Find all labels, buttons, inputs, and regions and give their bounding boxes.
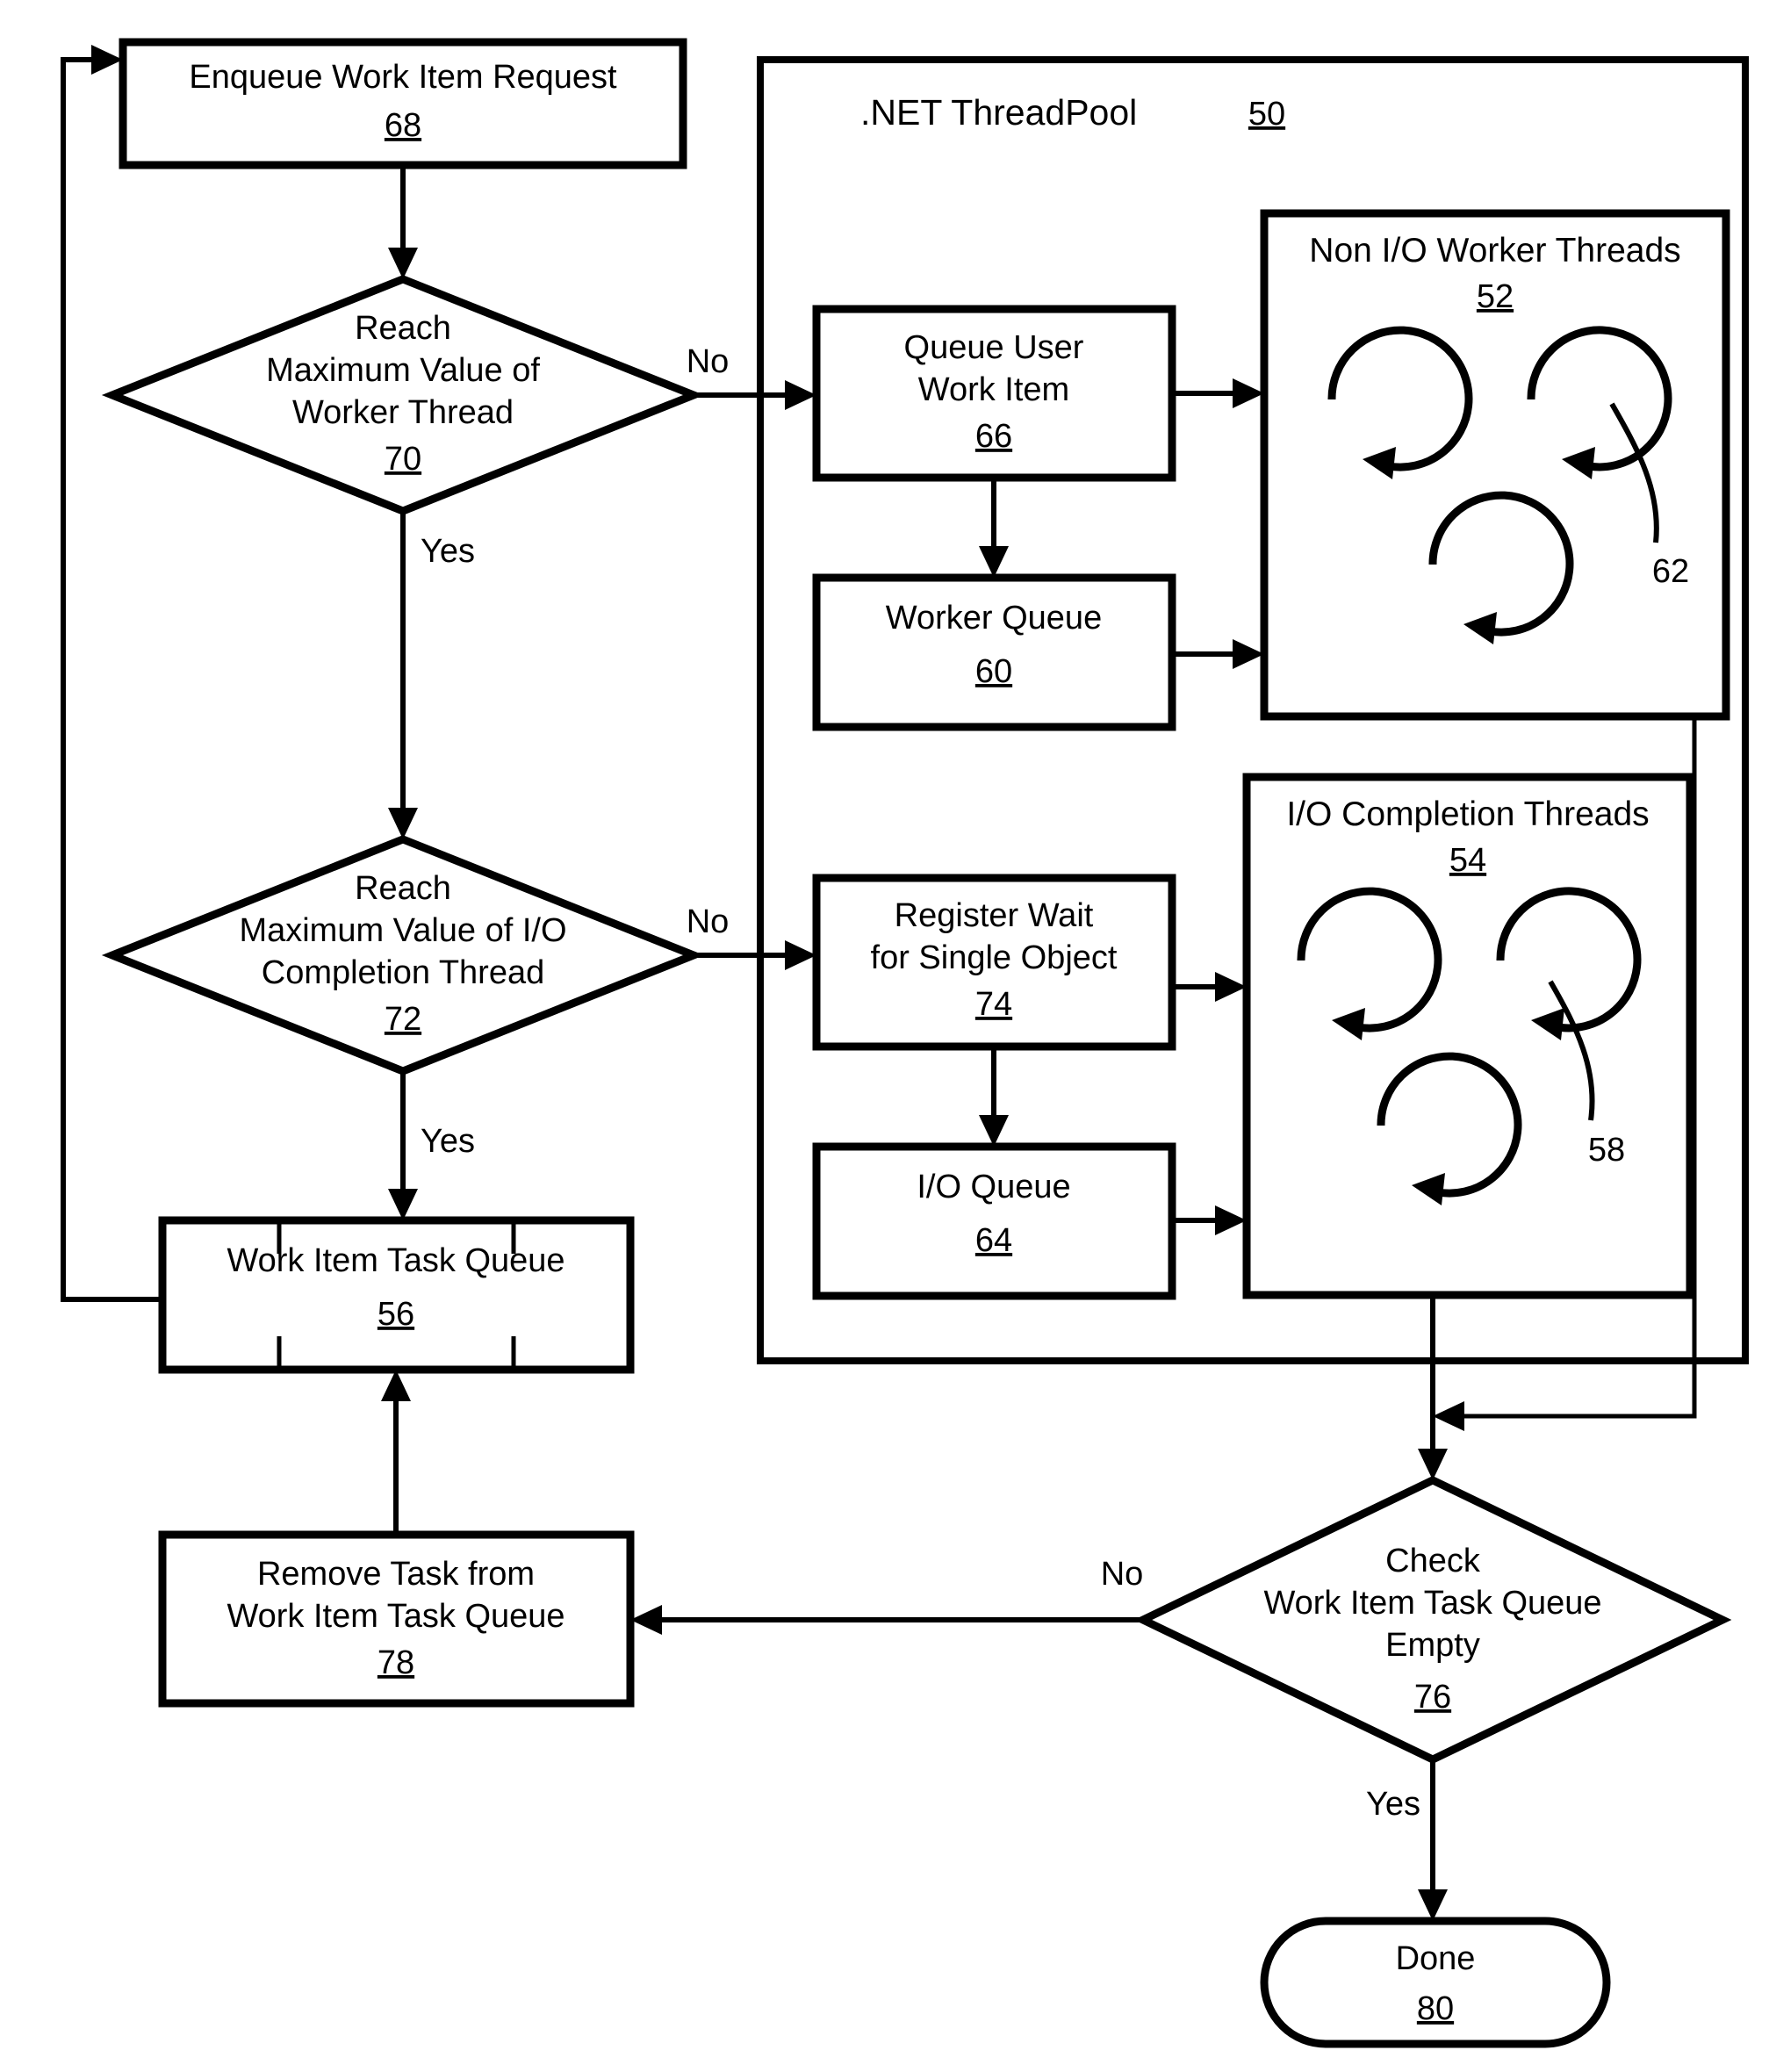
non-io-worker-threads-title: Non I/O Worker Threads <box>1309 232 1680 270</box>
decision72-label-line2: Maximum Value of I/O <box>239 912 566 949</box>
worker-queue-line1: Worker Queue <box>886 600 1102 637</box>
arrow-head-io-queue-to-io-threads <box>1215 1205 1247 1235</box>
register-wait-line2: for Single Object <box>871 939 1118 976</box>
decision76-label-line1: Check <box>1385 1543 1481 1579</box>
arrow-head-register-wait-to-io-queue <box>979 1115 1009 1147</box>
decision70-ref: 70 <box>385 441 421 478</box>
arrow-head-decision72-yes <box>388 1189 418 1220</box>
io-queue-line1: I/O Queue <box>917 1169 1070 1205</box>
enqueue-label-line1: Enqueue Work Item Request <box>189 59 617 96</box>
queue-user-work-item-line2: Work Item <box>918 371 1069 408</box>
decision76-label-line2: Work Item Task Queue <box>1263 1585 1601 1622</box>
decision72-label-line1: Reach <box>355 870 451 907</box>
arrow-head-task-queue-feedback-to-enqueue <box>91 45 123 75</box>
io-completion-threads-ref: 54 <box>1449 842 1486 879</box>
decision76-label-line3: Empty <box>1385 1627 1480 1664</box>
branch-label-io-no: No <box>687 903 730 940</box>
done-label-line1: Done <box>1396 1940 1476 1977</box>
arrow-head-register-wait-to-io-threads <box>1215 972 1247 1002</box>
arrow-head-enqueue-to-decision70 <box>388 248 418 279</box>
flowchart-figure: .NET ThreadPool 50 Enqueue Work Item Req… <box>0 0 1769 2072</box>
flowchart-canvas: .NET ThreadPool 50 Enqueue Work Item Req… <box>61 38 1749 2048</box>
arrow-head-worker-queue-to-nonio <box>1233 639 1264 669</box>
branch-label-check-yes: Yes <box>1366 1786 1420 1823</box>
decision70-label-line2: Maximum Value of <box>266 352 540 389</box>
register-wait-ref: 74 <box>975 986 1012 1023</box>
io-queue-ref: 64 <box>975 1222 1012 1259</box>
remove-task-line1: Remove Task from <box>257 1556 535 1593</box>
enqueue-ref: 68 <box>385 107 421 144</box>
queue-user-work-item-ref: 66 <box>975 418 1012 455</box>
arrow-head-decision76-yes <box>1418 1889 1448 1921</box>
register-wait-line1: Register Wait <box>895 897 1094 934</box>
arrow-head-remove-task-to-task-queue <box>381 1370 411 1401</box>
arrow-head-io-threads-to-decision76 <box>1418 1449 1448 1480</box>
non-io-worker-threads-ref: 52 <box>1477 278 1514 315</box>
arrow-head-decision70-no <box>785 380 816 410</box>
decision70-label-line1: Reach <box>355 310 451 347</box>
arrow-head-nonio-threads-to-decision76 <box>1433 1401 1464 1431</box>
work-item-task-queue-ref: 56 <box>378 1296 414 1333</box>
decision72-label-line3: Completion Thread <box>262 954 544 991</box>
io-completion-threads-title: I/O Completion Threads <box>1286 795 1649 833</box>
decision72-ref: 72 <box>385 1001 421 1038</box>
done-ref: 80 <box>1417 1990 1454 2027</box>
worker-queue-ref: 60 <box>975 653 1012 690</box>
branch-label-check-no: No <box>1101 1556 1144 1593</box>
threadpool-title: .NET ThreadPool <box>860 92 1137 133</box>
branch-label-io-yes: Yes <box>421 1123 475 1160</box>
io-thread-ref-58: 58 <box>1588 1132 1625 1169</box>
branch-label-worker-no: No <box>687 343 730 380</box>
branch-label-worker-yes: Yes <box>421 533 475 570</box>
arrow-head-queue-user-to-nonio <box>1233 378 1264 408</box>
arrow-head-decision72-no <box>785 940 816 970</box>
connector-task-queue-feedback-to-enqueue <box>61 57 162 1302</box>
arrow-head-decision76-no <box>630 1605 662 1635</box>
decision76-ref: 76 <box>1414 1679 1451 1716</box>
arrow-head-queue-user-to-worker-queue <box>979 546 1009 578</box>
decision70-label-line3: Worker Thread <box>292 394 514 431</box>
remove-task-ref: 78 <box>378 1644 414 1681</box>
arrow-head-decision70-yes <box>388 808 418 839</box>
remove-task-line2: Work Item Task Queue <box>227 1598 564 1635</box>
non-io-thread-ref-62: 62 <box>1652 553 1689 590</box>
threadpool-ref: 50 <box>1248 96 1285 133</box>
queue-user-work-item-line1: Queue User <box>904 329 1084 366</box>
